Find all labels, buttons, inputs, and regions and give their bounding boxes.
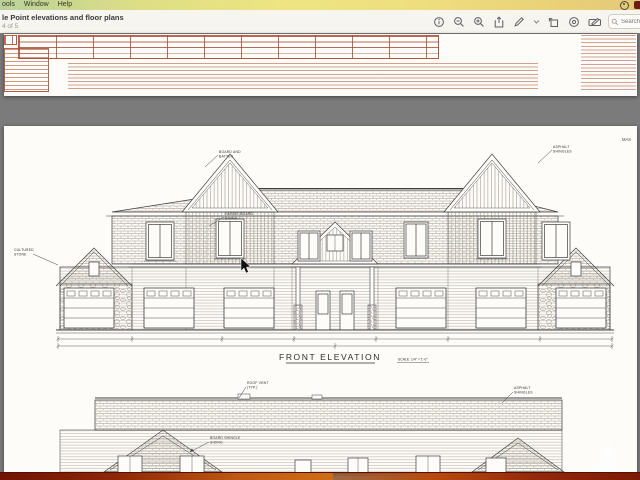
svg-text:HARDIE BOARD: HARDIE BOARD <box>225 212 254 216</box>
search-input[interactable] <box>621 19 640 25</box>
watermark <box>592 440 620 470</box>
scale-note: SCALE: 1/4" = 1'-0" <box>398 358 428 362</box>
door-window-schedule-table <box>18 35 439 59</box>
search-icon <box>611 18 619 26</box>
svg-text:SHINGLES: SHINGLES <box>553 150 572 154</box>
chevron-down-icon[interactable] <box>533 16 540 28</box>
info-icon[interactable] <box>433 16 445 28</box>
menu-item-window[interactable]: Window <box>24 0 49 10</box>
rotate-icon[interactable] <box>548 16 560 28</box>
search-field[interactable] <box>608 14 640 29</box>
annotate-icon[interactable] <box>568 16 580 28</box>
svg-text:SHINGLES: SHINGLES <box>514 391 533 395</box>
general-notes-paragraph <box>68 63 538 89</box>
screen-record-icon[interactable] <box>620 1 629 10</box>
markup-pencil-icon[interactable] <box>513 16 525 28</box>
callout-cultured-stone: CULTURED STONE <box>14 248 58 265</box>
svg-text:STONE: STONE <box>14 253 27 257</box>
drawing-title: FRONT ELEVATION <box>279 352 381 362</box>
lower-elevation-drawing <box>60 394 564 473</box>
dimension-lines <box>57 336 614 349</box>
keyed-notes-column <box>581 35 636 91</box>
svg-text:ASPHALT: ASPHALT <box>514 386 531 390</box>
elevation-drawing: BOARD AND BATTEN ASPHALT SHINGLES HARDIE… <box>4 126 637 473</box>
svg-text:BOARD SHINGLE: BOARD SHINGLE <box>210 436 241 440</box>
share-icon[interactable] <box>493 16 505 28</box>
svg-text:SIDING: SIDING <box>225 217 238 221</box>
svg-text:ROOF VENT: ROOF VENT <box>247 381 269 385</box>
svg-text:ASPHALT: ASPHALT <box>553 145 570 149</box>
page-indicator: 4 of 5 <box>2 23 18 30</box>
zoom-in-icon[interactable] <box>473 16 485 28</box>
callout-asphalt-shingles-top: ASPHALT SHINGLES <box>538 145 572 163</box>
schedule-mini-table <box>4 35 17 45</box>
svg-text:CULTURED: CULTURED <box>14 248 34 252</box>
toolbar <box>433 10 640 33</box>
screen: ools Window Help le Point elevations and… <box>0 0 640 480</box>
menu-item-tools[interactable]: ools <box>2 0 15 10</box>
pdf-page-previous[interactable] <box>4 34 637 96</box>
form-fill-icon[interactable] <box>588 16 600 28</box>
menu-bar: ools Window Help <box>0 0 640 10</box>
pdf-page-current[interactable]: BOARD AND BATTEN ASPHALT SHINGLES HARDIE… <box>4 126 637 473</box>
zoom-out-icon[interactable] <box>453 16 465 28</box>
drawing-title-block: FRONT ELEVATION SCALE: 1/4" = 1'-0" <box>279 352 429 363</box>
window-titlebar: le Point elevations and floor plans 4 of… <box>0 10 640 34</box>
svg-text:BOARD AND: BOARD AND <box>219 150 241 154</box>
svg-text:BATTEN: BATTEN <box>219 155 234 159</box>
svg-text:(TYP.): (TYP.) <box>247 386 258 390</box>
app-corner-icon[interactable] <box>634 1 640 9</box>
front-elevation-drawing <box>56 154 614 349</box>
desktop-wallpaper-strip <box>0 472 640 480</box>
svg-text:SIDING: SIDING <box>210 441 223 445</box>
sheet-edge-text: MAS <box>622 137 631 142</box>
menu-bar-right <box>620 1 640 10</box>
menu-item-help[interactable]: Help <box>58 0 72 10</box>
document-title: le Point elevations and floor plans <box>2 13 124 22</box>
pdf-canvas[interactable]: BOARD AND BATTEN ASPHALT SHINGLES HARDIE… <box>0 33 640 480</box>
